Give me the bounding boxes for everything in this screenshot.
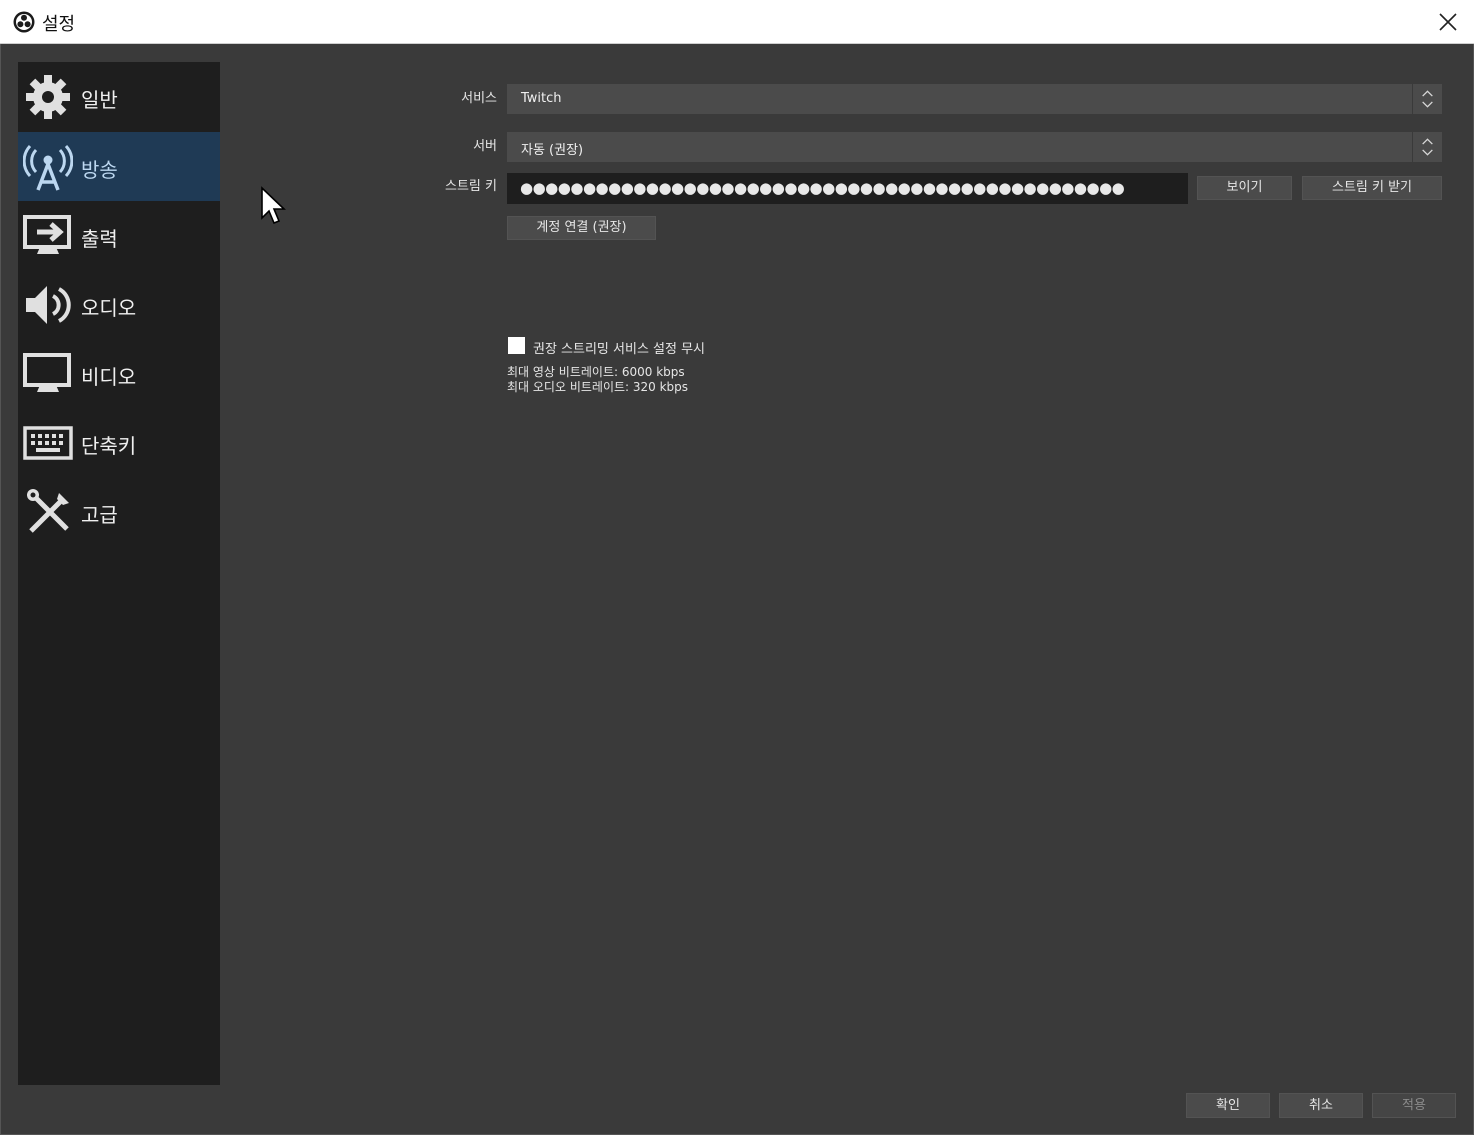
sidebar-item-video[interactable]: 비디오 bbox=[18, 339, 220, 408]
sidebar-item-stream[interactable]: 방송 bbox=[18, 132, 220, 201]
ignore-recommended-checkbox[interactable] bbox=[508, 337, 525, 354]
sidebar-item-advanced[interactable]: 고급 bbox=[18, 477, 220, 546]
chevron-up-down-icon bbox=[1412, 84, 1433, 114]
max-audio-bitrate-text: 최대 오디오 비트레이트: 320 kbps bbox=[507, 380, 689, 394]
sidebar-item-audio[interactable]: 오디오 bbox=[18, 270, 220, 339]
service-value: Twitch bbox=[521, 91, 562, 106]
sidebar-item-general[interactable]: 일반 bbox=[18, 62, 220, 131]
ignore-recommended-label[interactable]: 권장 스트리밍 서비스 설정 무시 bbox=[533, 338, 705, 357]
service-dropdown[interactable]: Twitch bbox=[507, 84, 1442, 114]
sidebar-item-label: 고급 bbox=[81, 503, 118, 527]
stream-key-label: 스트림 키 bbox=[445, 179, 497, 194]
server-dropdown[interactable]: 자동 (권장) bbox=[507, 132, 1442, 162]
stream-key-masked-value: ●●●●●●●●●●●●●●●●●●●●●●●●●●●●●●●●●●●●●●●●… bbox=[520, 179, 1125, 197]
service-label: 서비스 bbox=[461, 91, 497, 106]
server-value: 자동 (권장) bbox=[521, 143, 584, 158]
show-key-button[interactable]: 보이기 bbox=[1197, 176, 1292, 200]
obs-logo-icon bbox=[13, 11, 35, 33]
ok-button[interactable]: 확인 bbox=[1186, 1093, 1270, 1118]
get-stream-key-button[interactable]: 스트림 키 받기 bbox=[1302, 176, 1442, 200]
sidebar-item-label: 단축키 bbox=[81, 434, 137, 458]
monitor-icon bbox=[23, 353, 71, 392]
broadcast-tower-icon bbox=[23, 144, 73, 191]
speaker-icon bbox=[26, 286, 71, 324]
sidebar-item-label: 일반 bbox=[81, 88, 118, 112]
gear-icon bbox=[26, 75, 70, 119]
stream-key-input[interactable]: ●●●●●●●●●●●●●●●●●●●●●●●●●●●●●●●●●●●●●●●●… bbox=[507, 173, 1188, 204]
title-bar: 설정 bbox=[0, 0, 1474, 44]
sidebar-item-hotkeys[interactable]: 단축키 bbox=[18, 408, 220, 477]
connect-account-button[interactable]: 계정 연결 (권장) bbox=[507, 216, 656, 240]
window-border bbox=[0, 44, 1474, 1135]
chevron-up-down-icon bbox=[1412, 132, 1433, 162]
tools-icon bbox=[27, 489, 69, 533]
apply-button[interactable]: 적용 bbox=[1372, 1093, 1456, 1118]
sidebar-item-label: 방송 bbox=[81, 158, 118, 182]
close-icon[interactable] bbox=[1436, 10, 1460, 34]
sidebar-item-label: 출력 bbox=[81, 227, 118, 251]
output-monitor-icon bbox=[23, 215, 71, 254]
server-label: 서버 bbox=[473, 139, 497, 154]
sidebar-item-output[interactable]: 출력 bbox=[18, 201, 220, 270]
window-title: 설정 bbox=[42, 14, 76, 35]
mouse-cursor-icon bbox=[261, 186, 286, 225]
sidebar-item-label: 비디오 bbox=[81, 365, 137, 389]
keyboard-icon bbox=[23, 426, 73, 460]
settings-sidebar: 일반 방송 출력 오디오 비디오 단축키 고급 bbox=[18, 62, 220, 1085]
sidebar-item-label: 오디오 bbox=[81, 296, 137, 320]
cancel-button[interactable]: 취소 bbox=[1279, 1093, 1363, 1118]
